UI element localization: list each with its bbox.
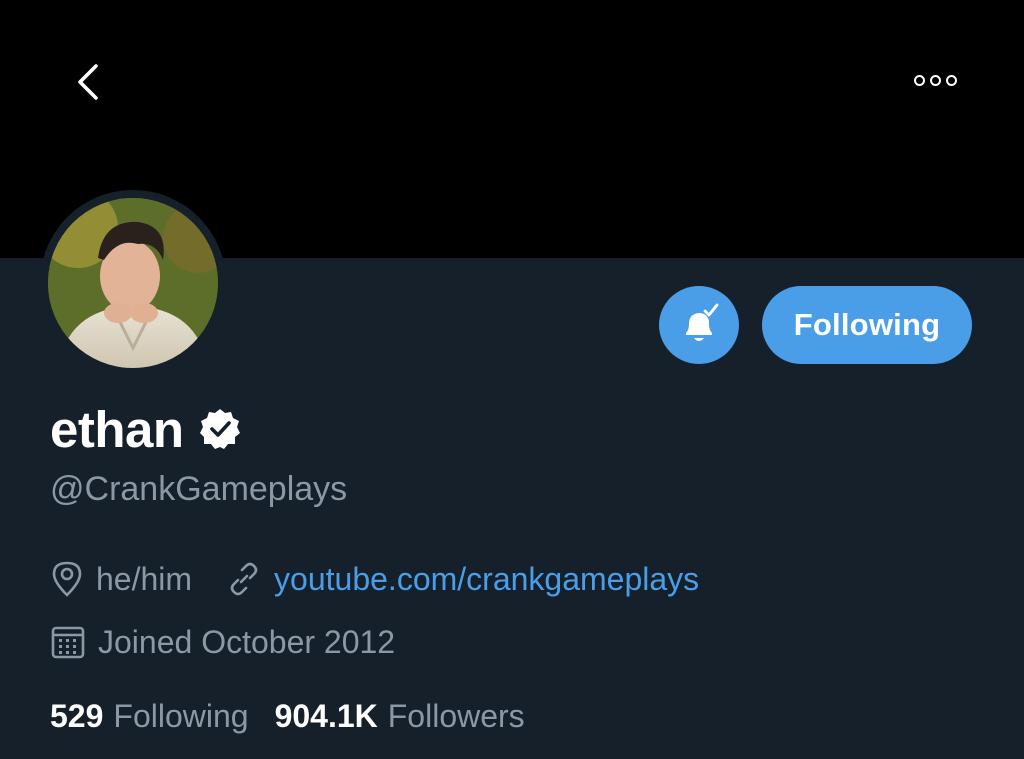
verified-badge-icon: [199, 409, 240, 449]
pronouns-text: he/him: [96, 560, 193, 597]
profile-meta-row: he/him youtube.com/crankgameplays: [50, 557, 699, 601]
user-handle: @CrankGameplays: [50, 470, 348, 508]
following-button[interactable]: Following: [762, 286, 972, 364]
follow-stats: 529 Following 904.1K Followers: [50, 694, 551, 738]
link-icon: [226, 561, 262, 597]
name-row: ethan: [50, 396, 242, 462]
joined-row: Joined October 2012: [50, 620, 395, 664]
avatar[interactable]: [48, 198, 218, 368]
display-name: ethan: [50, 400, 184, 458]
calendar-icon: [50, 624, 86, 660]
joined-date-text: Joined October 2012: [98, 623, 396, 660]
location-pin-icon: [50, 560, 84, 598]
more-options-button[interactable]: [900, 60, 970, 100]
website-link[interactable]: youtube.com/crankgameplays: [274, 561, 699, 598]
following-count[interactable]: 529: [50, 698, 103, 735]
bell-check-icon: [686, 303, 719, 341]
followers-label[interactable]: Followers: [388, 698, 525, 735]
following-label[interactable]: Following: [113, 698, 248, 735]
notifications-button[interactable]: [659, 286, 739, 364]
more-horizontal-icon: [913, 74, 925, 86]
chevron-left-icon: [78, 64, 98, 100]
back-button[interactable]: [64, 58, 112, 106]
followers-count[interactable]: 904.1K: [275, 698, 378, 735]
